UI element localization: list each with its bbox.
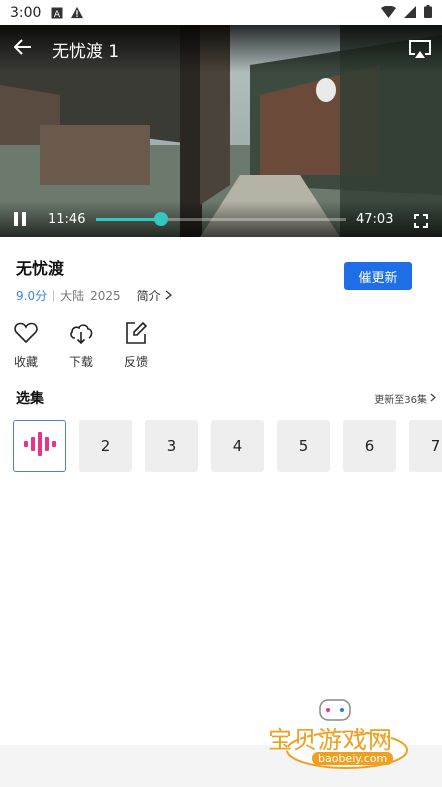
signal-icon — [404, 5, 416, 22]
episode-section-title: 选集 — [16, 391, 44, 407]
status-time: 3:00 — [10, 4, 42, 21]
video-player[interactable]: 无忧渡 1 11:46 47:03 — [0, 25, 442, 237]
watermark-url: baobeiy.com — [312, 752, 394, 765]
intro-label: 简介 — [136, 289, 161, 303]
status-bar: 3:00 A — [0, 0, 442, 25]
seek-thumb[interactable] — [154, 212, 168, 226]
svg-text:A: A — [54, 10, 61, 19]
episode-1-playing[interactable] — [13, 420, 66, 472]
episode-button[interactable]: 4 — [211, 420, 264, 472]
show-meta: 9.0分 大陆 2025 简介 — [16, 287, 172, 304]
feedback-button[interactable]: 反馈 — [122, 320, 150, 370]
feedback-label: 反馈 — [123, 355, 148, 369]
fullscreen-icon[interactable] — [414, 213, 428, 228]
episode-button[interactable]: 5 — [277, 420, 330, 472]
duration-time: 47:03 — [356, 211, 394, 227]
episode-update-status: 更新至36集 — [374, 395, 427, 406]
favorite-button[interactable]: 收藏 — [12, 320, 40, 370]
chevron-right-icon — [165, 289, 172, 303]
download-label: 下载 — [68, 355, 93, 369]
meta-divider — [53, 289, 55, 302]
favorite-label: 收藏 — [13, 355, 38, 369]
episode-button[interactable]: 2 — [79, 420, 132, 472]
episode-header: 选集 更新至36集 — [16, 388, 436, 408]
urge-update-button[interactable]: 催更新 — [344, 262, 412, 290]
playing-equalizer-icon — [23, 432, 57, 460]
site-watermark: 宝贝游戏网 baobeiy.com — [262, 690, 432, 785]
episode-button[interactable]: 3 — [145, 420, 198, 472]
notification-a-icon: A — [51, 7, 63, 19]
show-score: 9.0分 — [16, 289, 48, 303]
watermark-text: 宝贝游戏网 — [268, 726, 393, 754]
show-info: 无忧渡 9.0分 大陆 2025 简介 — [16, 255, 172, 304]
warning-icon — [71, 6, 84, 19]
show-region: 大陆 — [60, 289, 85, 303]
cloud-download-icon — [68, 320, 94, 350]
pause-icon[interactable] — [14, 210, 32, 228]
action-row: 收藏 下载 反馈 — [12, 320, 150, 370]
show-title: 无忧渡 — [16, 259, 65, 278]
episode-button[interactable]: 7 — [409, 420, 442, 472]
video-title: 无忧渡 1 — [52, 41, 120, 62]
seek-bar[interactable] — [96, 209, 346, 229]
current-time: 11:46 — [48, 211, 86, 227]
show-year: 2025 — [90, 288, 121, 303]
video-controls: 11:46 47:03 — [0, 201, 442, 237]
intro-link[interactable]: 简介 — [137, 287, 172, 304]
screen-cast-icon[interactable] — [408, 39, 432, 61]
episode-more-link[interactable]: 更新至36集 — [374, 391, 436, 406]
heart-icon — [13, 320, 39, 350]
back-arrow-icon[interactable] — [13, 39, 32, 59]
episode-list: 2 3 4 5 6 7 — [13, 420, 442, 472]
battery-icon — [424, 5, 432, 22]
chevron-right-icon — [430, 393, 436, 405]
download-button[interactable]: 下载 — [67, 320, 95, 370]
video-top-bar: 无忧渡 1 — [0, 25, 442, 73]
wifi-icon — [381, 5, 396, 22]
edit-feedback-icon — [123, 320, 149, 350]
episode-button[interactable]: 6 — [343, 420, 396, 472]
